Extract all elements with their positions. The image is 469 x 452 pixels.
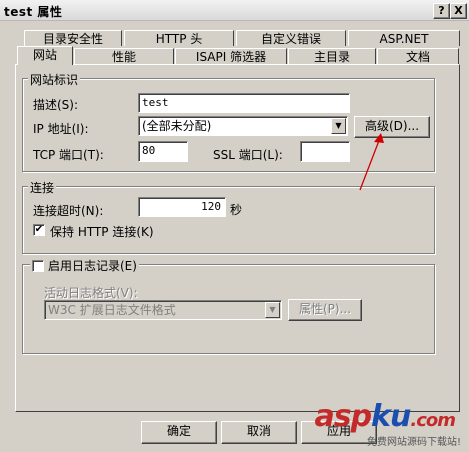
tab-aspnet[interactable]: ASP.NET bbox=[348, 30, 460, 46]
log-format-label: 活动日志格式(V): bbox=[44, 286, 138, 300]
title-bar bbox=[0, 0, 469, 21]
watermark-logo: aspku.com bbox=[314, 399, 456, 434]
connection-group bbox=[22, 186, 435, 254]
watermark-subtitle: 免费网站源码下载站! bbox=[366, 437, 461, 448]
window-title: test 属性 bbox=[4, 5, 63, 19]
tab-http-headers[interactable]: HTTP 头 bbox=[124, 30, 234, 46]
timeout-unit: 秒 bbox=[230, 203, 243, 217]
help-button[interactable]: ? bbox=[433, 3, 450, 19]
log-format-select[interactable]: W3C 扩展日志文件格式 bbox=[44, 300, 282, 320]
log-properties-button[interactable]: 属性(P)... bbox=[288, 299, 362, 321]
log-format-dropdown-arrow-icon[interactable]: ▼ bbox=[265, 302, 280, 318]
tcp-port-input[interactable]: 80 bbox=[138, 141, 188, 162]
tab-directory-security[interactable]: 目录安全性 bbox=[24, 30, 122, 46]
tab-website[interactable]: 网站 bbox=[17, 46, 73, 65]
checkmark-icon: ✔ bbox=[34, 224, 44, 235]
tab-custom-errors[interactable]: 自定义错误 bbox=[236, 30, 346, 46]
logging-group-header: 启用日志记录(E) bbox=[30, 257, 139, 274]
cancel-button[interactable]: 取消 bbox=[221, 421, 297, 444]
ip-dropdown-arrow-icon[interactable]: ▼ bbox=[331, 118, 346, 134]
close-button[interactable]: X bbox=[450, 3, 467, 19]
website-id-group-label: 网站标识 bbox=[28, 71, 81, 88]
tcp-port-label: TCP 端口(T): bbox=[33, 148, 104, 162]
tab-home-directory[interactable]: 主目录 bbox=[288, 48, 376, 64]
description-label: 描述(S): bbox=[33, 98, 79, 112]
enable-logging-checkbox[interactable] bbox=[32, 259, 44, 272]
ssl-port-label: SSL 端口(L): bbox=[213, 148, 283, 162]
ip-address-select[interactable]: (全部未分配) bbox=[138, 116, 348, 136]
tab-documents[interactable]: 文档 bbox=[377, 48, 459, 64]
ssl-port-input[interactable] bbox=[300, 141, 350, 162]
timeout-input[interactable]: 120 bbox=[138, 197, 226, 217]
timeout-label: 连接超时(N): bbox=[33, 204, 104, 218]
ok-button[interactable]: 确定 bbox=[141, 421, 217, 444]
keepalive-checkbox[interactable]: ✔ bbox=[33, 224, 45, 236]
enable-logging-label: 启用日志记录(E) bbox=[48, 259, 137, 273]
keepalive-label: 保持 HTTP 连接(K) bbox=[50, 225, 154, 239]
tab-performance[interactable]: 性能 bbox=[74, 48, 174, 64]
connection-group-label: 连接 bbox=[28, 179, 57, 196]
annotation-arrow-icon bbox=[359, 133, 384, 191]
tab-isapi-filters[interactable]: ISAPI 筛选器 bbox=[175, 48, 287, 64]
ip-address-label: IP 地址(I): bbox=[33, 122, 89, 136]
description-input[interactable]: test bbox=[138, 93, 350, 113]
